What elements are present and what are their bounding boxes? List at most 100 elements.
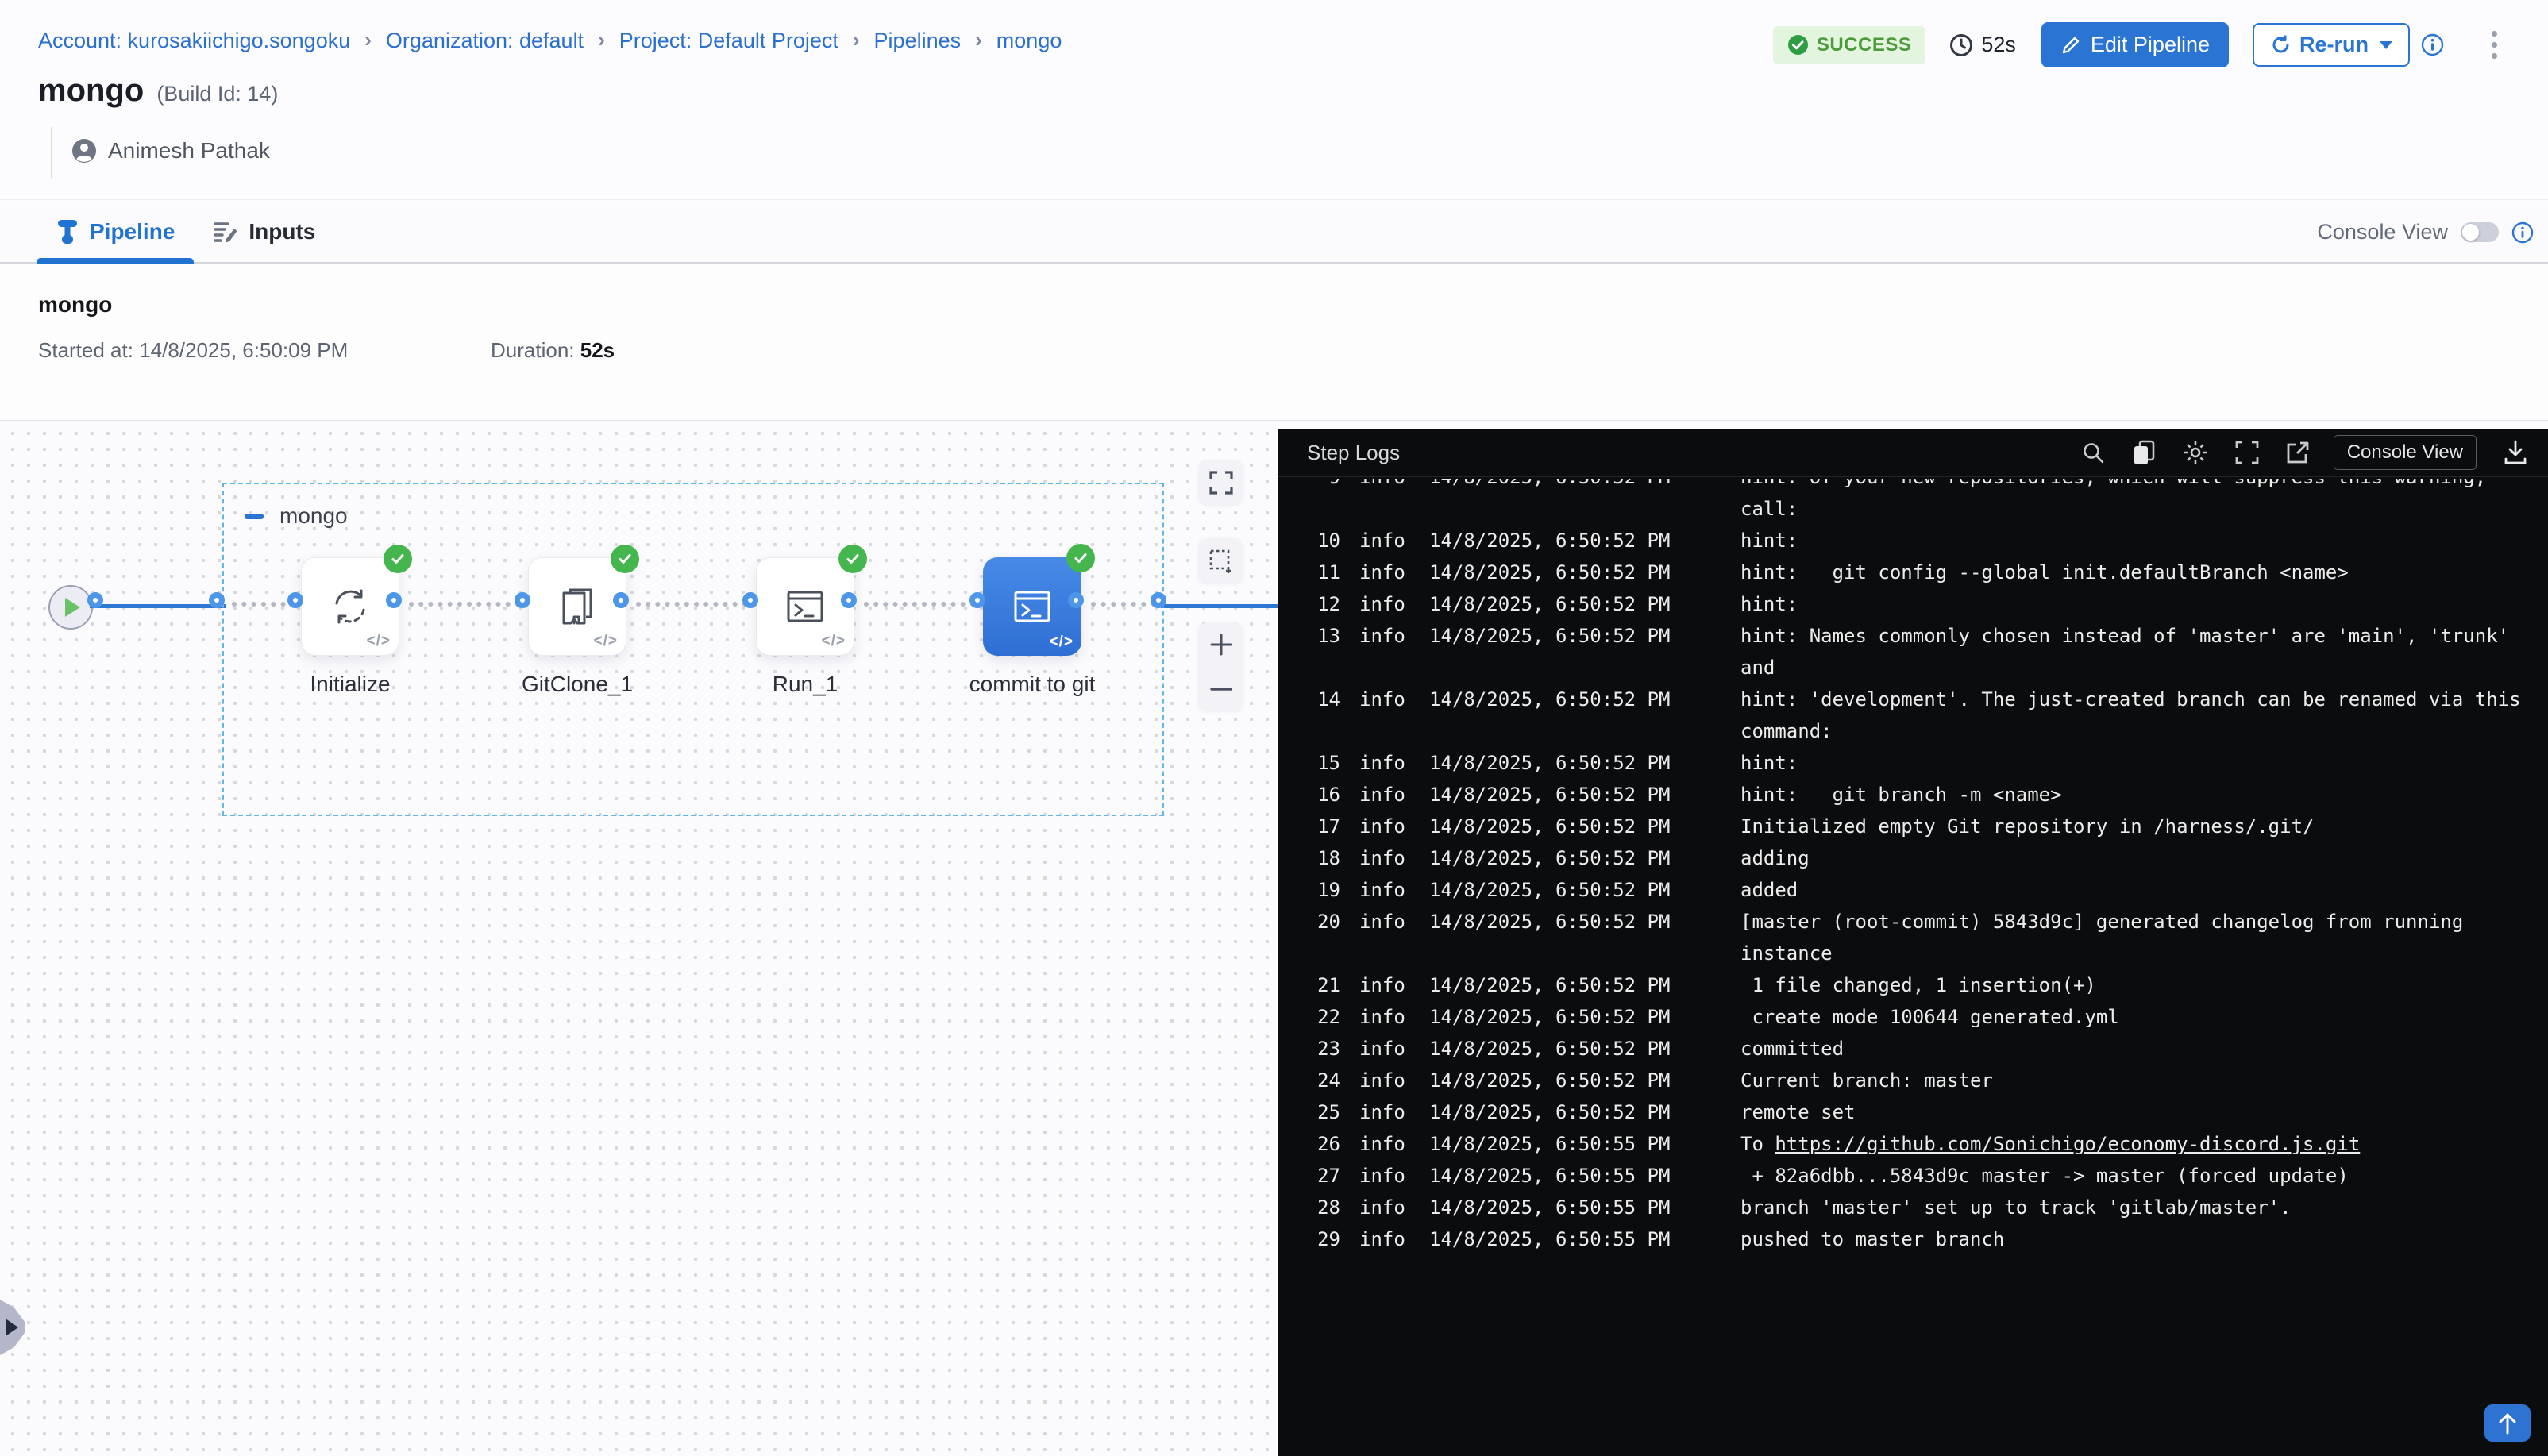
- zoom-out-button[interactable]: [1198, 667, 1243, 711]
- step-node-commit-to-git[interactable]: </>: [983, 557, 1081, 656]
- log-line: 19info14/8/2025, 6:50:52 PMadded: [1316, 874, 2548, 906]
- breadcrumb-separator: ›: [364, 28, 372, 52]
- connector-node[interactable]: [515, 592, 530, 608]
- top-actions: SUCCESS 52s Edit Pipeline Re-run: [1773, 22, 2500, 67]
- log-line: 17info14/8/2025, 6:50:52 PMInitialized e…: [1316, 811, 2548, 842]
- top-bar: Account: kurosakiichigo.songoku › Organiza…: [0, 0, 2548, 200]
- step-node-gitclone[interactable]: </>: [528, 557, 626, 656]
- connector-node[interactable]: [209, 592, 225, 608]
- code-icon: </>: [1050, 634, 1074, 651]
- log-line: 26info14/8/2025, 6:50:55 PMTo https://gi…: [1316, 1128, 2548, 1160]
- pipeline-execution-page: Account: kurosakiichigo.songoku › Organiza…: [0, 0, 2548, 1456]
- open-in-new-icon[interactable]: [2286, 441, 2310, 464]
- fullscreen-icon[interactable]: [2235, 441, 2259, 464]
- edit-pipeline-button[interactable]: Edit Pipeline: [2041, 22, 2229, 67]
- started-at: Started at: 14/8/2025, 6:50:09 PM: [38, 338, 491, 363]
- breadcrumb-link[interactable]: Project: Default Project: [619, 29, 838, 53]
- log-line: 28info14/8/2025, 6:50:55 PMbranch 'maste…: [1316, 1192, 2548, 1223]
- edge-start-line: [90, 604, 226, 608]
- download-icon[interactable]: [2504, 440, 2527, 465]
- edit-pipeline-label: Edit Pipeline: [2091, 33, 2210, 57]
- success-check-icon: [1787, 34, 1809, 56]
- log-line: 15info14/8/2025, 6:50:52 PMhint:: [1316, 747, 2548, 779]
- scroll-to-top-button[interactable]: [2484, 1404, 2531, 1442]
- tab-pipeline[interactable]: Pipeline: [37, 201, 194, 262]
- connector-node[interactable]: [386, 592, 402, 608]
- author-name: Animesh Pathak: [108, 138, 270, 164]
- pipeline-start-node[interactable]: [48, 585, 93, 630]
- connector-node[interactable]: [87, 592, 103, 608]
- edge-exit-line: [1161, 604, 1278, 608]
- workspace: mongo </> Initialize: [0, 421, 2548, 1456]
- console-view-info-icon[interactable]: [2511, 221, 2534, 244]
- chevron-down-icon: [2380, 41, 2392, 49]
- log-line: 27info14/8/2025, 6:50:55 PM + 82a6dbb...…: [1316, 1160, 2548, 1192]
- breadcrumb-link[interactable]: Organization: default: [386, 29, 584, 53]
- code-icon: </>: [594, 633, 618, 650]
- more-options-menu-icon[interactable]: [2488, 28, 2500, 62]
- tab-pipeline-label: Pipeline: [90, 219, 175, 245]
- build-title: mongo (Build Id: 14): [38, 73, 278, 109]
- breadcrumb-link[interactable]: mongo: [996, 29, 1062, 53]
- rerun-button[interactable]: Re-run: [2253, 23, 2410, 67]
- log-line: 11info14/8/2025, 6:50:52 PMhint: git con…: [1316, 557, 2548, 588]
- sync-icon: [326, 582, 375, 631]
- log-line: 21info14/8/2025, 6:50:52 PM 1 file chang…: [1316, 969, 2548, 1001]
- breadcrumb-link[interactable]: Account: kurosakiichigo.songoku: [38, 29, 350, 53]
- log-line: 9info14/8/2025, 6:50:52 PMhint: of your …: [1316, 479, 2548, 525]
- chevron-right-icon: [6, 1319, 18, 1336]
- tab-inputs[interactable]: Inputs: [194, 201, 334, 262]
- inputs-icon: [213, 219, 238, 245]
- settings-gear-icon[interactable]: [2183, 440, 2208, 465]
- pencil-icon: [2060, 35, 2081, 56]
- connector-node[interactable]: [613, 592, 629, 608]
- connector-node[interactable]: [1068, 592, 1084, 608]
- tab-bar: Pipeline Inputs Console View: [0, 201, 2548, 264]
- info-icon[interactable]: [2421, 33, 2444, 56]
- status-text: SUCCESS: [1817, 34, 1912, 56]
- terminal-icon: [781, 582, 830, 631]
- pipeline-icon: [56, 218, 79, 245]
- code-icon: </>: [822, 633, 846, 650]
- connector-node[interactable]: [287, 592, 303, 608]
- step-logs-panel: Step Logs: [1278, 429, 2548, 1456]
- console-view-button[interactable]: Console View: [2334, 435, 2477, 470]
- connector-node[interactable]: [841, 592, 857, 608]
- canvas-select-mode-button[interactable]: [1198, 538, 1243, 584]
- step-label: GitClone_1: [474, 672, 680, 697]
- step-logs-title: Step Logs: [1307, 441, 1400, 465]
- collapse-stage-icon[interactable]: [245, 514, 264, 519]
- rerun-icon: [2270, 34, 2292, 56]
- duration-text: 52s: [1981, 33, 2016, 57]
- zoom-in-button[interactable]: [1198, 622, 1243, 667]
- pipeline-canvas[interactable]: mongo </> Initialize: [0, 421, 1278, 1456]
- connector-node[interactable]: [1151, 592, 1166, 608]
- log-link[interactable]: https://github.com/Sonichigo/economy-dis…: [1775, 1133, 2360, 1155]
- step-node-initialize[interactable]: </>: [301, 557, 399, 656]
- search-icon[interactable]: [2081, 441, 2105, 464]
- log-line: 12info14/8/2025, 6:50:52 PMhint:: [1316, 588, 2548, 620]
- log-line: 18info14/8/2025, 6:50:52 PMadding: [1316, 842, 2548, 874]
- breadcrumb-link[interactable]: Pipelines: [874, 29, 962, 53]
- stage-name: mongo: [279, 503, 348, 529]
- build-author: Animesh Pathak: [51, 127, 270, 178]
- console-view-toggle[interactable]: [2461, 222, 2499, 242]
- tab-inputs-label: Inputs: [249, 219, 315, 245]
- console-view-control: Console View: [2317, 201, 2534, 264]
- step-logs-header: Step Logs: [1278, 429, 2548, 477]
- breadcrumb: Account: kurosakiichigo.songoku › Organiza…: [38, 29, 1062, 53]
- log-line: 29info14/8/2025, 6:50:55 PMpushed to mas…: [1316, 1223, 2548, 1255]
- terminal-icon: [1008, 582, 1057, 631]
- step-node-run[interactable]: </>: [756, 557, 854, 656]
- expand-panel-handle[interactable]: [0, 1300, 25, 1355]
- log-scroll-area[interactable]: 9info14/8/2025, 6:50:52 PMhint: of your …: [1278, 479, 2548, 1456]
- log-line: 10info14/8/2025, 6:50:52 PMhint:: [1316, 525, 2548, 557]
- canvas-fullscreen-button[interactable]: [1198, 460, 1243, 505]
- copy-icon[interactable]: [2132, 440, 2156, 465]
- run-name: mongo: [38, 292, 112, 318]
- connector-node[interactable]: [969, 592, 985, 608]
- duration-indicator: 52s: [1949, 33, 2016, 57]
- log-line: 24info14/8/2025, 6:50:52 PMCurrent branc…: [1316, 1065, 2548, 1096]
- build-id: (Build Id: 14): [156, 82, 278, 106]
- connector-node[interactable]: [742, 592, 758, 608]
